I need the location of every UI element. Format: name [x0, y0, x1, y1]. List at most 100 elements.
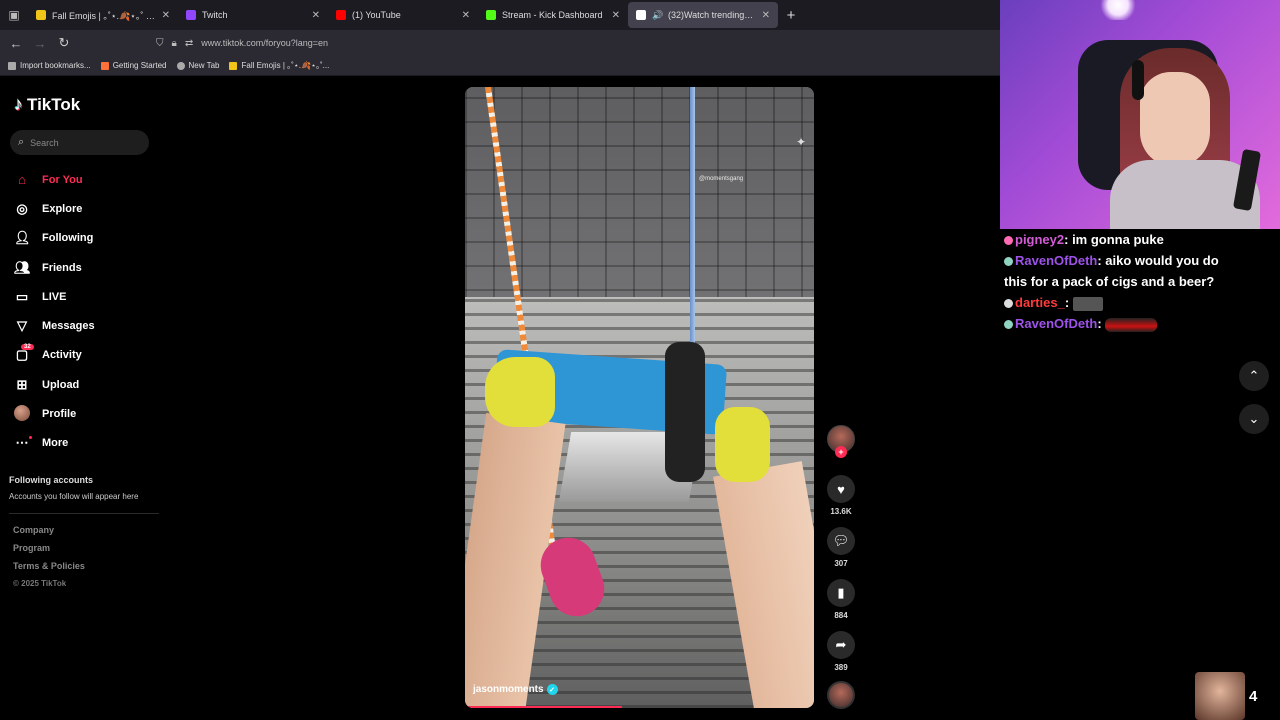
- nav-upload[interactable]: ⊞ Upload: [14, 370, 95, 399]
- webcam-feed: [1132, 60, 1144, 100]
- video-watermark: @momentsgang: [699, 176, 744, 182]
- tiktok-logo[interactable]: ♪ TikTok: [14, 94, 80, 115]
- search-input[interactable]: ⌕ Search: [10, 130, 149, 155]
- chat-badge-icon: [1004, 236, 1013, 246]
- heart-icon: ♥: [827, 475, 855, 503]
- chat-badge-icon: [1004, 320, 1013, 330]
- url-text[interactable]: www.tiktok.com/foryou?lang=en: [201, 38, 328, 48]
- close-icon[interactable]: ✕: [162, 10, 170, 21]
- nav-for-you[interactable]: ⌂ For You: [14, 165, 95, 194]
- webcam-feed: [1098, 0, 1138, 20]
- bookmark-label: Import bookmarks...: [20, 61, 91, 70]
- tab-list-icon[interactable]: ▣: [0, 0, 28, 30]
- twitch-icon: [186, 10, 196, 20]
- tiktok-sidebar: ♪ TikTok ⌕ Search ⌂ For You ◎ Explore 👤︎ Fo…: [0, 76, 165, 720]
- chat-username: RavenOfDeth: [1015, 316, 1098, 331]
- close-icon[interactable]: ✕: [312, 10, 320, 21]
- browser-tab[interactable]: (1) YouTube ✕: [328, 2, 478, 28]
- browser-tab-active[interactable]: 🔊 (32)Watch trending videos ✕: [628, 2, 778, 28]
- like-button[interactable]: ♥ 13.6K: [827, 475, 855, 516]
- close-icon[interactable]: ✕: [612, 10, 620, 21]
- author-name[interactable]: jasonmoments: [473, 684, 544, 695]
- viewer-avatar: [1195, 672, 1245, 720]
- like-count: 13.6K: [830, 507, 852, 516]
- chat-username: darties_: [1015, 295, 1065, 310]
- import-icon: [8, 61, 16, 70]
- notification-dot: [29, 435, 32, 439]
- firefox-icon: [100, 61, 109, 70]
- webcam-feed: [1140, 72, 1210, 167]
- comment-button[interactable]: 💬︎ 307: [827, 527, 855, 568]
- sparkle-icon: ✦: [796, 135, 807, 149]
- reload-icon[interactable]: ↻: [52, 31, 76, 55]
- browser-tab[interactable]: Twitch ✕: [178, 2, 328, 28]
- video-progress-bar[interactable]: [465, 706, 623, 708]
- nav-label: For You: [42, 173, 83, 186]
- music-disc-avatar[interactable]: [827, 681, 855, 709]
- browser-tab[interactable]: Fall Emojis | ｡˚⋆.🍂⋆｡˚ ❤ 🍂 ♫ ✕: [28, 2, 178, 28]
- chat-message: darties_:: [1004, 292, 1280, 313]
- permissions-icon[interactable]: ⇄: [185, 38, 193, 49]
- bookmark-label: Getting Started: [112, 61, 167, 70]
- bookmark-item[interactable]: Import bookmarks...: [8, 61, 91, 70]
- home-icon: ⌂: [18, 172, 26, 188]
- nav-label: Messages: [42, 320, 95, 333]
- footer-link-terms[interactable]: Terms & Policies: [13, 561, 85, 579]
- chat-badge-icon: [1004, 299, 1013, 309]
- nav-following[interactable]: 👤︎ Following: [14, 224, 95, 253]
- bookmark-item[interactable]: New Tab: [176, 61, 219, 70]
- main-menu: ⌂ For You ◎ Explore 👤︎ Following 👥︎ Friends …: [14, 165, 95, 458]
- footer-link-program[interactable]: Program: [13, 543, 85, 561]
- bookmarks-bar: Import bookmarks... Getting Started New …: [0, 56, 1000, 76]
- previous-video-button[interactable]: ⌃: [1239, 361, 1269, 391]
- nav-label: Profile: [42, 408, 77, 421]
- url-bar[interactable]: ⛉ 🔒︎ ⇄ www.tiktok.com/foryou?lang=en: [156, 32, 328, 54]
- back-icon[interactable]: ←: [4, 31, 28, 55]
- tab-title: Stream - Kick Dashboard: [502, 10, 603, 20]
- forward-icon[interactable]: →: [28, 31, 52, 55]
- tab-title: Fall Emojis | ｡˚⋆.🍂⋆｡˚ ❤ 🍂 ♫: [52, 10, 156, 21]
- copyright: © 2025 TikTok: [13, 579, 67, 588]
- nav-live[interactable]: ▭ LIVE: [14, 282, 95, 311]
- nav-profile[interactable]: Profile: [14, 399, 95, 428]
- share-count: 389: [834, 663, 848, 672]
- save-button[interactable]: ▮ 884: [827, 579, 855, 620]
- chat-emote: [1072, 296, 1103, 311]
- nav-friends[interactable]: 👥︎ Friends: [14, 253, 95, 282]
- new-tab-button[interactable]: +: [778, 2, 804, 28]
- nav-activity[interactable]: ▢ 32 Activity: [14, 341, 95, 370]
- next-video-button[interactable]: ⌄: [1239, 404, 1269, 434]
- bookmark-label: Fall Emojis | ｡˚⋆.🍂⋆｡˚...: [241, 61, 330, 70]
- viewer-overlay: 4: [1195, 672, 1257, 720]
- chat-overlay: pigney2: im gonna puke RavenOfDeth: aiko…: [1004, 229, 1280, 334]
- search-icon: ⌕: [18, 136, 25, 148]
- video-player[interactable]: ✦ @momentsgang jasonmoments ✓: [465, 87, 814, 708]
- nav-messages[interactable]: ▽ Messages: [14, 311, 95, 340]
- speaker-icon[interactable]: 🔊: [652, 10, 663, 20]
- close-icon[interactable]: ✕: [462, 10, 470, 21]
- follow-plus-icon[interactable]: +: [835, 446, 847, 458]
- share-icon: ➦: [827, 631, 855, 659]
- close-icon[interactable]: ✕: [762, 10, 770, 21]
- kick-icon: [486, 10, 496, 20]
- share-button[interactable]: ➦ 389: [827, 631, 855, 672]
- nav-label: More: [42, 437, 69, 450]
- video-author[interactable]: jasonmoments ✓: [473, 684, 558, 695]
- bookmark-item[interactable]: Fall Emojis | ｡˚⋆.🍂⋆｡˚...: [229, 60, 329, 71]
- chat-text: :: [1097, 316, 1102, 331]
- chat-message: pigney2: im gonna puke: [1004, 229, 1280, 250]
- tiktok-note-icon: ♪: [14, 94, 23, 114]
- globe-icon: [176, 61, 185, 70]
- browser-tab[interactable]: Stream - Kick Dashboard ✕: [478, 2, 628, 28]
- live-icon: ▭: [15, 288, 29, 304]
- footer-link-company[interactable]: Company: [13, 525, 85, 543]
- nav-explore[interactable]: ◎ Explore: [14, 194, 95, 223]
- save-count: 884: [834, 611, 848, 620]
- browser-tabbar: ▣ Fall Emojis | ｡˚⋆.🍂⋆｡˚ ❤ 🍂 ♫ ✕ Twitch …: [0, 0, 1000, 30]
- search-placeholder: Search: [30, 137, 59, 148]
- sidebar-footer: Company Program Terms & Policies © 2025 …: [13, 525, 85, 597]
- lock-icon[interactable]: 🔒︎: [172, 38, 177, 49]
- nav-more[interactable]: ⋯ More: [14, 429, 95, 458]
- bookmark-item[interactable]: Getting Started: [100, 61, 167, 70]
- shield-icon[interactable]: ⛉: [156, 38, 164, 49]
